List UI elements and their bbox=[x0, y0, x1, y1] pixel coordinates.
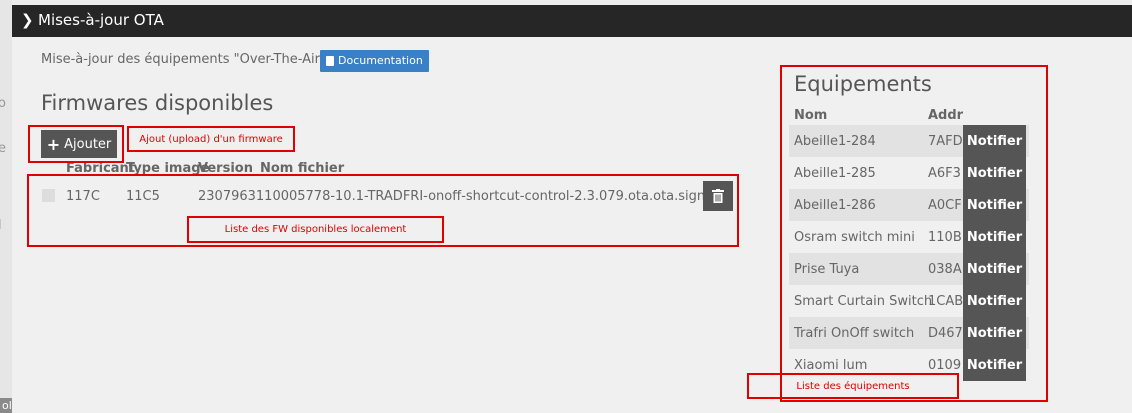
annotation-box-add-button bbox=[28, 125, 124, 163]
annotation-label-fw-list: Liste des FW disponibles localement bbox=[187, 216, 444, 243]
background-fragment: e bbox=[0, 141, 6, 156]
chevron-right-icon[interactable]: ❯ bbox=[21, 11, 34, 29]
background-fragment: o bbox=[0, 96, 6, 111]
modal-titlebar: ❯ Mises-à-jour OTA bbox=[12, 5, 1132, 37]
documentation-label: Documentation bbox=[338, 54, 423, 67]
book-icon bbox=[326, 56, 334, 66]
background-fragment: l bbox=[0, 218, 2, 233]
documentation-button[interactable]: Documentation bbox=[320, 50, 429, 72]
firmwares-title: Firmwares disponibles bbox=[41, 91, 274, 115]
modal-title: Mises-à-jour OTA bbox=[38, 11, 164, 29]
intro-text: Mise-à-jour des équipements "Over-The-Ai… bbox=[41, 52, 331, 67]
annotation-label-equip-list: Liste des équipements bbox=[747, 373, 959, 399]
background-page-edge: o e l ol bbox=[0, 0, 14, 413]
annotation-box-equipments bbox=[780, 65, 1048, 402]
annotation-label-upload: Ajout (upload) d'un firmware bbox=[127, 126, 295, 152]
